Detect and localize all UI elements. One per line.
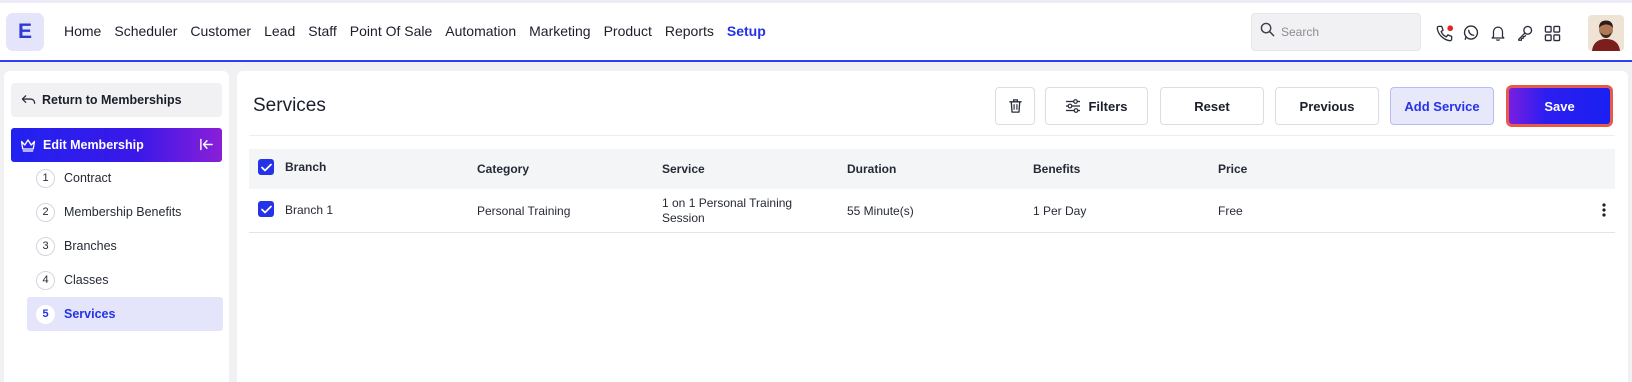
save-button[interactable]: Save xyxy=(1506,85,1613,127)
table-header: Branch Category Service Duration Benefit… xyxy=(249,149,1615,189)
nav-customer[interactable]: Customer xyxy=(190,23,251,39)
nav-product[interactable]: Product xyxy=(604,23,652,39)
nav-reports[interactable]: Reports xyxy=(665,23,714,39)
step-label: Contract xyxy=(64,171,112,185)
step-label: Classes xyxy=(64,273,109,287)
nav-lead[interactable]: Lead xyxy=(264,23,295,39)
column-header-category[interactable]: Category xyxy=(477,162,529,176)
step-number: 3 xyxy=(36,236,55,256)
step-label: Services xyxy=(64,307,116,321)
column-header-branch[interactable]: Branch xyxy=(285,160,326,174)
step-classes[interactable]: 4 Classes xyxy=(27,263,223,297)
sidebar: Return to Memberships Edit Membership 1 … xyxy=(4,71,229,382)
cell-service-line2: Session xyxy=(662,211,705,225)
add-service-button[interactable]: Add Service xyxy=(1390,87,1494,125)
step-label: Membership Benefits xyxy=(64,205,182,219)
checkmark-icon xyxy=(260,163,272,171)
cell-price: Free xyxy=(1218,204,1243,218)
row-checkbox[interactable] xyxy=(258,201,274,217)
cell-branch: Branch 1 xyxy=(285,203,334,217)
phone-icon[interactable] xyxy=(1434,23,1454,43)
services-panel: Services Filters Reset Previous Add Serv… xyxy=(237,71,1628,382)
table-row[interactable]: Branch 1 Personal Training 1 on 1 Person… xyxy=(249,189,1615,233)
delete-button[interactable] xyxy=(995,87,1035,125)
nav-point-of-sale[interactable]: Point Of Sale xyxy=(350,23,433,39)
step-label: Branches xyxy=(64,239,117,253)
back-arrow-icon xyxy=(21,95,36,104)
filters-label: Filters xyxy=(1088,98,1128,114)
nav-scheduler[interactable]: Scheduler xyxy=(114,23,177,39)
step-branches[interactable]: 3 Branches xyxy=(27,229,223,263)
return-to-memberships-button[interactable]: Return to Memberships xyxy=(11,83,222,117)
search-input[interactable] xyxy=(1281,25,1411,39)
edit-membership-label: Edit Membership xyxy=(43,138,144,152)
step-number: 5 xyxy=(36,304,55,324)
cell-service: 1 on 1 Personal Training Session xyxy=(662,196,792,226)
checkmark-icon xyxy=(260,205,272,213)
crown-icon xyxy=(20,139,36,152)
column-header-price[interactable]: Price xyxy=(1218,162,1247,176)
column-header-benefits[interactable]: Benefits xyxy=(1033,162,1080,176)
step-membership-benefits[interactable]: 2 Membership Benefits xyxy=(27,195,223,229)
step-number: 4 xyxy=(36,270,55,290)
nav-automation[interactable]: Automation xyxy=(445,23,516,39)
user-avatar[interactable] xyxy=(1588,15,1624,51)
search-box[interactable] xyxy=(1251,13,1421,51)
nav-marketing[interactable]: Marketing xyxy=(529,23,590,39)
whatsapp-icon[interactable] xyxy=(1461,23,1481,43)
apps-grid-icon[interactable] xyxy=(1542,23,1562,43)
header-divider xyxy=(249,135,1615,136)
step-contract[interactable]: 1 Contract xyxy=(27,161,223,195)
return-label: Return to Memberships xyxy=(42,93,182,107)
key-icon[interactable] xyxy=(1515,23,1535,43)
filter-sliders-icon xyxy=(1066,99,1081,113)
search-icon xyxy=(1260,22,1275,42)
bell-icon[interactable] xyxy=(1488,23,1508,43)
column-header-duration[interactable]: Duration xyxy=(847,162,896,176)
previous-button[interactable]: Previous xyxy=(1275,87,1379,125)
collapse-sidebar-icon[interactable] xyxy=(199,137,214,155)
step-number: 1 xyxy=(36,168,55,188)
top-navigation-bar: E Home Scheduler Customer Lead Staff Poi… xyxy=(0,0,1632,62)
nav-home[interactable]: Home xyxy=(64,23,101,39)
select-all-checkbox[interactable] xyxy=(258,159,274,175)
step-services[interactable]: 5 Services xyxy=(27,297,223,331)
cell-benefits: 1 Per Day xyxy=(1033,204,1087,218)
reset-button[interactable]: Reset xyxy=(1160,87,1264,125)
app-logo[interactable]: E xyxy=(6,13,44,51)
column-header-service[interactable]: Service xyxy=(662,162,705,176)
cell-duration: 55 Minute(s) xyxy=(847,204,914,218)
cell-category: Personal Training xyxy=(477,204,571,218)
cell-service-line1: 1 on 1 Personal Training xyxy=(662,196,793,210)
row-more-options-icon[interactable] xyxy=(1601,202,1607,223)
page-title: Services xyxy=(253,95,326,116)
edit-membership-header: Edit Membership xyxy=(11,128,222,162)
step-number: 2 xyxy=(36,202,55,222)
nav-setup[interactable]: Setup xyxy=(727,23,766,39)
filters-button[interactable]: Filters xyxy=(1045,87,1148,125)
nav-staff[interactable]: Staff xyxy=(308,23,337,39)
trash-icon xyxy=(1008,99,1022,113)
main-nav: Home Scheduler Customer Lead Staff Point… xyxy=(64,23,779,39)
